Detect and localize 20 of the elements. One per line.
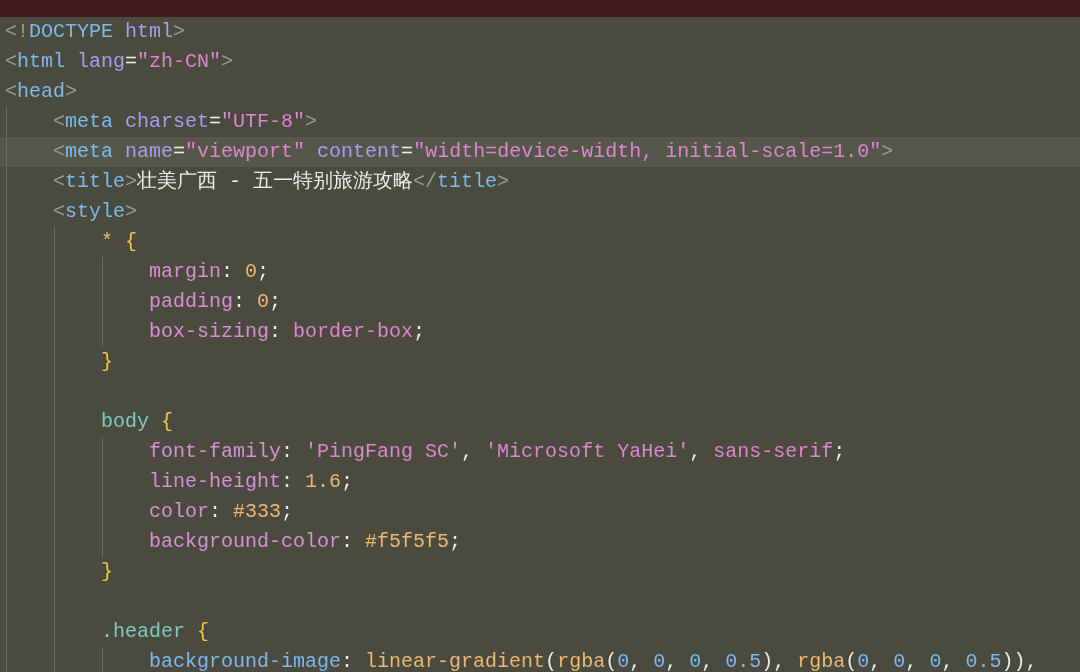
code-line: <title>壮美广西 - 五一特别旅游攻略</title>: [52, 169, 510, 195]
code-line: line-height: 1.6;: [148, 469, 354, 495]
code-line: background-color: #f5f5f5;: [148, 529, 462, 555]
code-line: <style>: [52, 199, 138, 225]
code-line: background-image: linear-gradient(rgba(0, 0, 0, 0.5), rgba(0, 0, 0, 0.5)),: [148, 649, 1038, 672]
code-line: font-family: 'PingFang SC', 'Microsoft YaHei', sans-serif;: [148, 439, 846, 465]
code-line: <head>: [5, 79, 78, 105]
code-line: <!DOCTYPE html>: [5, 19, 186, 45]
code-line: .header {: [100, 619, 210, 645]
code-line: * {: [100, 229, 138, 255]
code-line: }: [100, 349, 114, 375]
code-line: margin: 0;: [148, 259, 270, 285]
code-line: <meta charset="UTF-8">: [52, 109, 318, 135]
code-line: body {: [100, 409, 174, 435]
code-line: <html lang="zh-CN">: [5, 49, 234, 75]
code-line: color: #333;: [148, 499, 294, 525]
code-line: padding: 0;: [148, 289, 282, 315]
code-line: box-sizing: border-box;: [148, 319, 426, 345]
code-line: }: [100, 559, 114, 585]
code-line: <meta name="viewport" content="width=device-width, initial-scale=1.0">: [52, 139, 894, 165]
